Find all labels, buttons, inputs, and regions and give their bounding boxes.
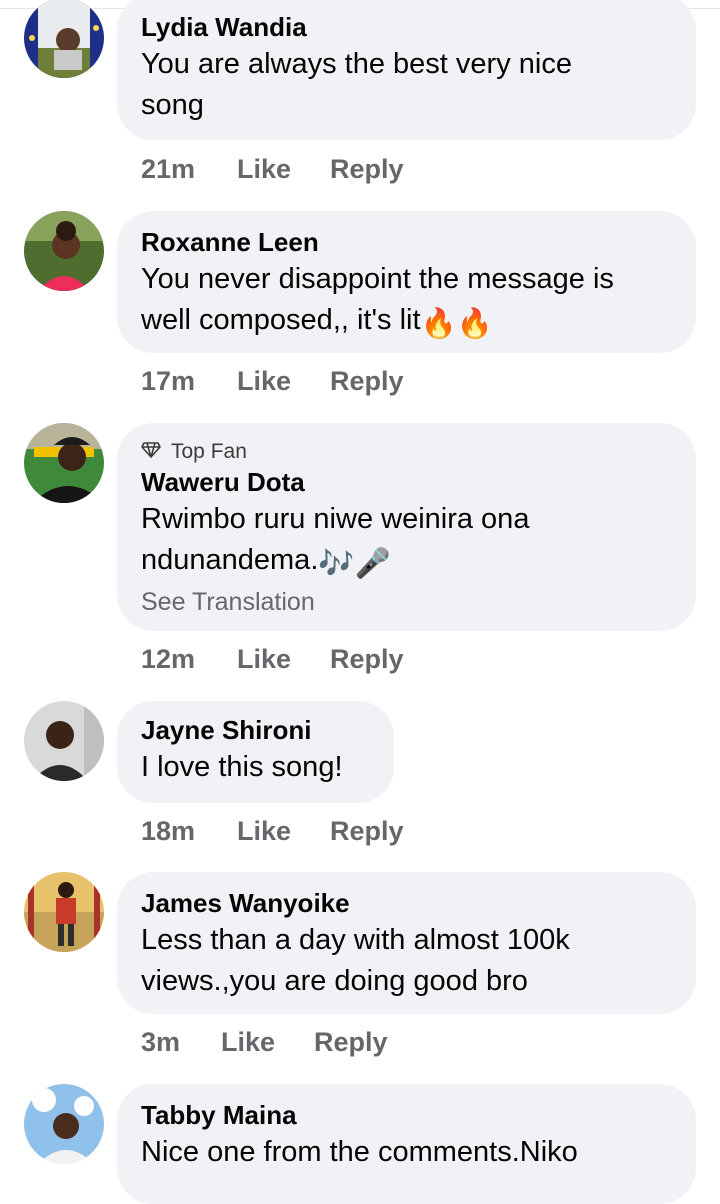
comment-author[interactable]: James Wanyoike: [141, 886, 674, 920]
comment-time: 18m: [141, 816, 196, 846]
comment-time: 17m: [141, 366, 196, 396]
comment-author[interactable]: Tabby Maina: [141, 1098, 674, 1132]
like-button[interactable]: Like: [237, 816, 291, 847]
comment-text-line: views.,you are doing good bro: [141, 965, 528, 997]
like-button[interactable]: Like: [237, 366, 291, 397]
fire-emoji-icon: 🔥🔥: [420, 308, 493, 340]
comment-bubble: James Wanyoike Less than a day with almo…: [117, 872, 696, 1014]
like-button[interactable]: Like: [237, 154, 291, 185]
comment-time: 12m: [141, 644, 196, 674]
comment-text: well composed,, it's lit: [141, 304, 421, 336]
avatar[interactable]: [24, 872, 104, 952]
avatar[interactable]: [24, 701, 104, 781]
reply-button[interactable]: Reply: [330, 154, 404, 185]
comment-bubble: Tabby Maina Nice one from the comments.N…: [117, 1084, 696, 1204]
see-translation-link[interactable]: See Translation: [141, 585, 674, 619]
avatar[interactable]: [24, 211, 104, 291]
comment-text-line: Rwimbo ruru niwe weinira ona: [141, 503, 530, 535]
comment-bubble: Jayne Shironi I love this song!: [117, 701, 394, 803]
comment-author[interactable]: Jayne Shironi: [141, 713, 372, 747]
comment-text-line: song: [141, 89, 204, 121]
reply-button[interactable]: Reply: [330, 366, 404, 397]
comment-text-line: ndunandema.🎶🎤: [141, 540, 674, 585]
comment-author[interactable]: Lydia Wandia: [141, 10, 674, 44]
avatar[interactable]: [24, 1084, 104, 1164]
comment-text-line: well composed,, it's lit🔥🔥: [141, 300, 674, 345]
reply-button[interactable]: Reply: [314, 1027, 388, 1058]
comment-author[interactable]: Waweru Dota: [141, 465, 674, 499]
like-button[interactable]: Like: [221, 1027, 275, 1058]
comment-text-line: You are always the best very nice: [141, 48, 572, 80]
comment-bubble: Top Fan Waweru Dota Rwimbo ruru niwe wei…: [117, 423, 696, 631]
reply-button[interactable]: Reply: [330, 816, 404, 847]
music-microphone-emoji-icon: 🎶🎤: [318, 548, 391, 580]
reply-button[interactable]: Reply: [330, 644, 404, 675]
comment-text-line: Nice one from the comments.Niko: [141, 1136, 578, 1168]
comment-text-line: Less than a day with almost 100k: [141, 924, 570, 956]
top-fan-badge: Top Fan: [141, 439, 674, 465]
like-button[interactable]: Like: [237, 644, 291, 675]
avatar[interactable]: [24, 0, 104, 78]
comment-text: ndunandema.: [141, 544, 319, 576]
comment-bubble: Lydia Wandia You are always the best ver…: [117, 0, 696, 140]
comment-text-line: I love this song!: [141, 751, 343, 783]
avatar[interactable]: [24, 423, 104, 503]
comment-time: 3m: [141, 1027, 181, 1057]
comment-time: 21m: [141, 154, 196, 184]
comment-author[interactable]: Roxanne Leen: [141, 225, 674, 259]
comment-bubble: Roxanne Leen You never disappoint the me…: [117, 211, 696, 353]
badge-label: Top Fan: [171, 440, 247, 463]
comment-text-line: You never disappoint the message is: [141, 263, 614, 295]
diamond-icon: [141, 439, 161, 465]
